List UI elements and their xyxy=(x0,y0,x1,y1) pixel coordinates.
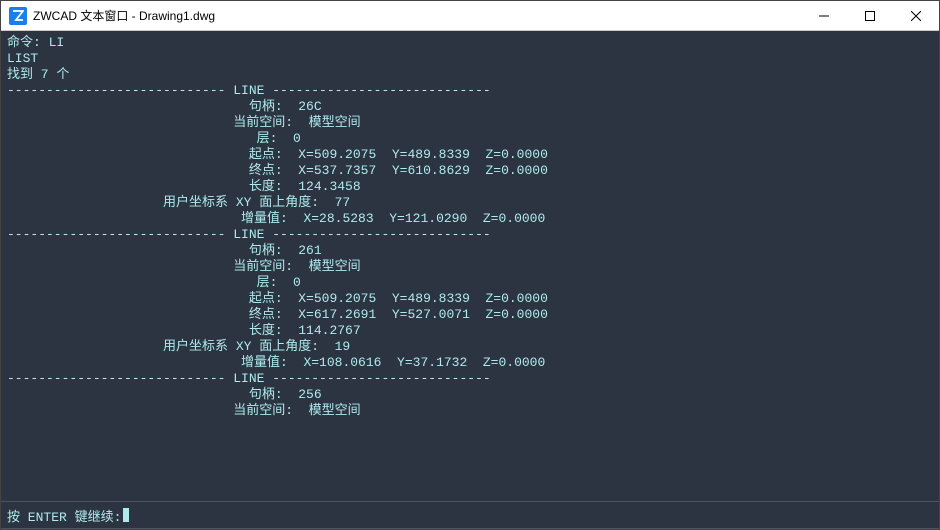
titlebar: ZWCAD 文本窗口 - Drawing1.dwg xyxy=(1,1,939,31)
prompt-text: 按 ENTER 键继续: xyxy=(7,506,121,525)
terminal-output[interactable]: 命令: LI LIST 找到 7 个 ---------------------… xyxy=(1,31,939,501)
window-title: ZWCAD 文本窗口 - Drawing1.dwg xyxy=(33,7,215,24)
command-prompt[interactable]: 按 ENTER 键继续: xyxy=(1,501,939,529)
close-button[interactable] xyxy=(893,1,939,31)
minimize-button[interactable] xyxy=(801,1,847,31)
window-controls xyxy=(801,1,939,31)
cursor-icon xyxy=(123,508,129,522)
app-icon xyxy=(9,7,27,25)
maximize-button[interactable] xyxy=(847,1,893,31)
